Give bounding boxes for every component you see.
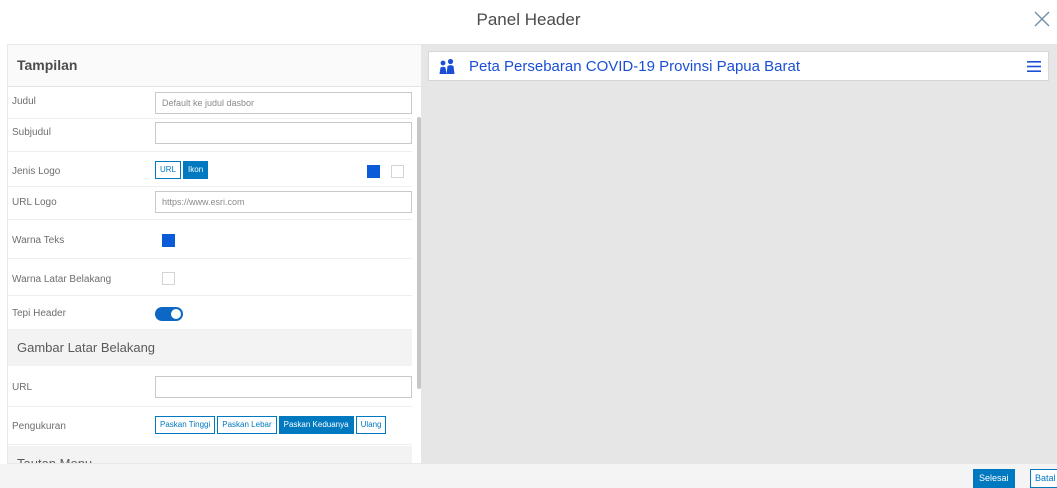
bg-url-input[interactable] — [155, 376, 412, 398]
menu-links-section-heading: Tautan Menu — [8, 446, 412, 463]
judul-input[interactable] — [155, 92, 412, 114]
done-button[interactable]: Selesai — [973, 469, 1015, 488]
row-pengukuran: Pengukuran Paskan Tinggi Paskan Lebar Pa… — [8, 407, 412, 445]
group-people-icon — [439, 58, 455, 74]
settings-panel: Tampilan Judul Subjudul Jenis Logo URL I… — [7, 44, 421, 464]
preview-header: Peta Persebaran COVID-19 Provinsi Papua … — [428, 51, 1049, 81]
logo-icon-color-swatch[interactable] — [367, 165, 380, 178]
row-warna-latar: Warna Latar Belakang — [8, 259, 412, 296]
row-judul: Judul — [8, 87, 412, 119]
subjudul-input[interactable] — [155, 122, 412, 144]
pengukuran-label: Pengukuran — [12, 421, 66, 432]
logo-icon-bg-swatch[interactable] — [391, 165, 404, 178]
url-logo-label: URL Logo — [12, 197, 57, 208]
header-preview-area: Peta Persebaran COVID-19 Provinsi Papua … — [421, 44, 1057, 464]
subjudul-label: Subjudul — [12, 127, 51, 138]
pengukuran-options: Paskan Tinggi Paskan Lebar Paskan Keduan… — [155, 416, 388, 434]
warna-teks-label: Warna Teks — [12, 235, 65, 246]
background-image-section-heading: Gambar Latar Belakang — [8, 330, 412, 366]
hamburger-menu-icon[interactable] — [1027, 60, 1041, 73]
tepi-header-toggle[interactable] — [155, 307, 183, 321]
ulang-option[interactable]: Ulang — [355, 416, 387, 434]
jenis-logo-toggle: URL Ikon — [155, 161, 210, 179]
close-icon[interactable] — [1033, 10, 1051, 28]
toggle-knob — [171, 309, 181, 319]
warna-latar-label: Warna Latar Belakang — [12, 274, 112, 285]
paskan-tinggi-option[interactable]: Paskan Tinggi — [155, 416, 216, 434]
row-jenis-logo: Jenis Logo URL Ikon — [8, 152, 412, 187]
jenis-logo-url-option[interactable]: URL — [155, 161, 182, 179]
jenis-logo-label: Jenis Logo — [12, 166, 61, 177]
row-url-logo: URL Logo — [8, 187, 412, 220]
preview-title: Peta Persebaran COVID-19 Provinsi Papua … — [469, 58, 801, 75]
panel-heading: Tampilan — [8, 45, 421, 87]
url-logo-input[interactable] — [155, 191, 412, 213]
tepi-header-label: Tepi Header — [12, 308, 66, 319]
row-warna-teks: Warna Teks — [8, 220, 412, 259]
row-subjudul: Subjudul — [8, 119, 412, 152]
cancel-button[interactable]: Batal — [1030, 469, 1057, 488]
dialog-title: Panel Header — [476, 10, 581, 29]
bg-url-label: URL — [12, 382, 33, 393]
text-color-swatch[interactable] — [162, 234, 175, 247]
judul-label: Judul — [12, 96, 36, 107]
jenis-logo-ikon-option[interactable]: Ikon — [183, 161, 209, 179]
dialog-footer: Selesai Batal — [0, 464, 1057, 488]
paskan-lebar-option[interactable]: Paskan Lebar — [217, 416, 277, 434]
background-color-swatch[interactable] — [162, 272, 175, 285]
paskan-keduanya-option[interactable]: Paskan Keduanya — [278, 416, 354, 434]
row-tepi-header: Tepi Header — [8, 296, 412, 330]
row-bg-url: URL — [8, 366, 412, 407]
